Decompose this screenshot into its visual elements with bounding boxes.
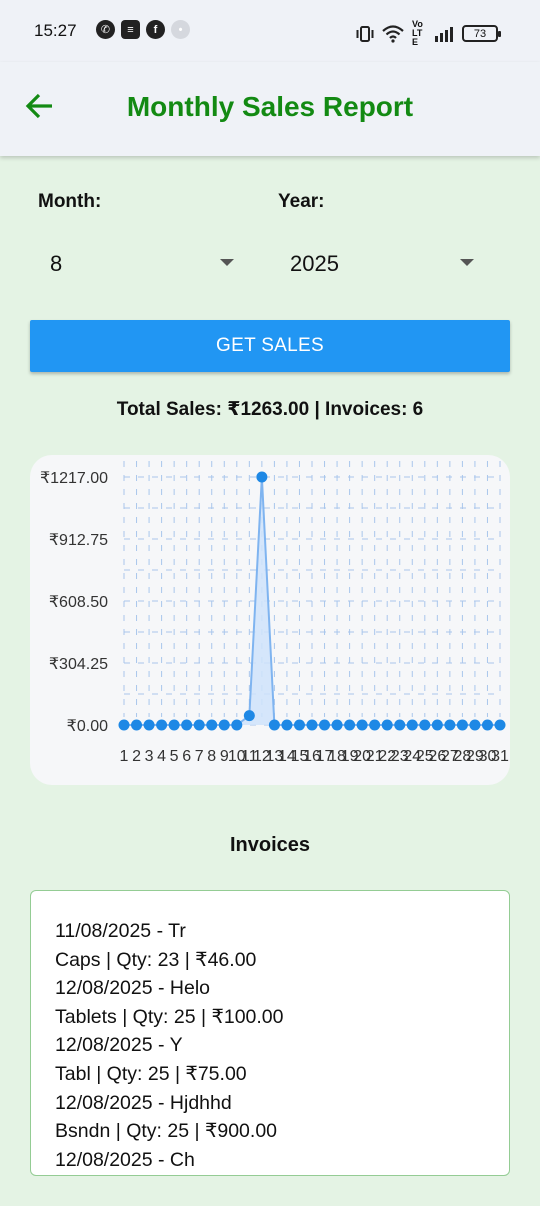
invoices-list[interactable]: 11/08/2025 - Tr Caps | Qty: 23 | ₹46.00 12… — [30, 890, 510, 1176]
data-point — [218, 719, 230, 731]
x-tick-label: 1 — [120, 748, 129, 765]
data-point — [193, 719, 205, 731]
sales-summary: Total Sales: ₹1263.00 | Invoices: 6 — [116, 399, 424, 420]
data-point — [143, 719, 155, 731]
invoice-line: 12/08/2025 - Hjdhhd — [55, 1091, 232, 1114]
data-point — [444, 719, 456, 731]
y-tick-label: ₹0.00 — [67, 718, 108, 735]
invoice-line: 11/08/2025 - Tr — [55, 920, 186, 942]
y-tick-label: ₹608.50 — [49, 594, 108, 611]
x-tick-label: 3 — [145, 748, 154, 765]
data-point — [168, 719, 180, 731]
wifi-icon — [382, 24, 404, 43]
x-tick-label: 4 — [157, 748, 166, 765]
invoice-line: Tablets | Qty: 25 | ₹100.00 — [55, 1005, 284, 1028]
battery-icon: 73 — [462, 25, 501, 42]
invoice-line: Caps | Qty: 23 | ₹46.00 — [55, 948, 257, 971]
invoice-line: Bsndn | Qty: 25 | ₹900.00 — [55, 1120, 278, 1143]
data-point — [406, 719, 418, 731]
system-icons: Vo LTE 73 — [356, 19, 501, 47]
data-point — [243, 710, 255, 722]
chevron-down-icon — [220, 259, 234, 266]
facebook-icon: f — [146, 20, 165, 39]
data-point — [293, 719, 305, 731]
data-point — [281, 719, 293, 731]
data-point — [431, 719, 443, 731]
sales-chart: ₹1217.00 ₹912.75 ₹608.50 ₹304.25 ₹0.00 1 2 3 4 5 6… — [30, 455, 510, 785]
x-tick-label: 7 — [195, 748, 204, 765]
data-point — [356, 719, 368, 731]
x-tick-label: 6 — [182, 748, 191, 765]
data-point — [268, 719, 280, 731]
data-point — [331, 719, 343, 731]
signal-icon — [435, 26, 453, 42]
data-point — [118, 719, 130, 731]
chevron-down-icon — [460, 259, 474, 266]
data-point — [481, 719, 493, 731]
data-point — [319, 719, 331, 731]
whatsapp-icon: ✆ — [96, 20, 115, 39]
year-dropdown[interactable]: 2025 — [290, 241, 474, 287]
app-icon: • — [171, 20, 190, 39]
status-bar: 15:27 ✆ ≡ f • Vo LTE 73 — [0, 0, 540, 62]
data-point — [256, 471, 268, 483]
page-title: Monthly Sales Report — [126, 91, 414, 122]
month-dropdown[interactable]: 8 — [50, 241, 234, 287]
data-point — [181, 719, 193, 731]
data-point — [381, 719, 393, 731]
year-label: Year: — [278, 191, 325, 212]
x-tick-label: 8 — [207, 748, 216, 765]
x-tick-label: 31 — [491, 748, 509, 765]
status-time: 15:27 — [34, 21, 77, 40]
y-tick-label: ₹1217.00 — [40, 470, 108, 487]
data-point — [419, 719, 431, 731]
invoice-line: 12/08/2025 - Ch — [55, 1148, 195, 1171]
data-point — [369, 719, 381, 731]
battery-level: 73 — [473, 27, 487, 40]
x-tick-label: 2 — [132, 748, 141, 765]
get-sales-button[interactable]: GET SALES — [30, 320, 510, 372]
sales-line-chart: ₹1217.00 ₹912.75 ₹608.50 ₹304.25 ₹0.00 1 2 3 4 5 6… — [40, 461, 509, 765]
data-point — [206, 719, 218, 731]
invoice-line: 12/08/2025 - Y — [55, 1034, 183, 1057]
vibrate-icon — [356, 25, 374, 42]
data-point — [469, 719, 481, 731]
data-point — [306, 719, 318, 731]
invoices-title: Invoices — [229, 834, 311, 856]
year-value: 2025 — [290, 251, 339, 276]
x-tick-label: 5 — [170, 748, 179, 765]
notes-icon: ≡ — [121, 20, 140, 39]
network-type: Vo LTE — [412, 19, 423, 47]
data-point — [456, 719, 468, 731]
notification-icons: ✆ ≡ f • — [96, 20, 190, 39]
data-point — [231, 719, 243, 731]
app-bar: Monthly Sales Report — [0, 62, 540, 156]
y-tick-label: ₹912.75 — [49, 532, 108, 549]
month-label: Month: — [38, 191, 102, 212]
data-point — [156, 719, 168, 731]
data-point — [494, 719, 506, 731]
y-tick-label: ₹304.25 — [49, 656, 108, 673]
month-value: 8 — [50, 251, 63, 276]
data-point — [344, 719, 356, 731]
invoice-line: Tabl | Qty: 25 | ₹75.00 — [55, 1062, 247, 1085]
data-point — [131, 719, 143, 731]
invoice-line: 12/08/2025 - Helo — [55, 977, 211, 1000]
data-point — [394, 719, 406, 731]
